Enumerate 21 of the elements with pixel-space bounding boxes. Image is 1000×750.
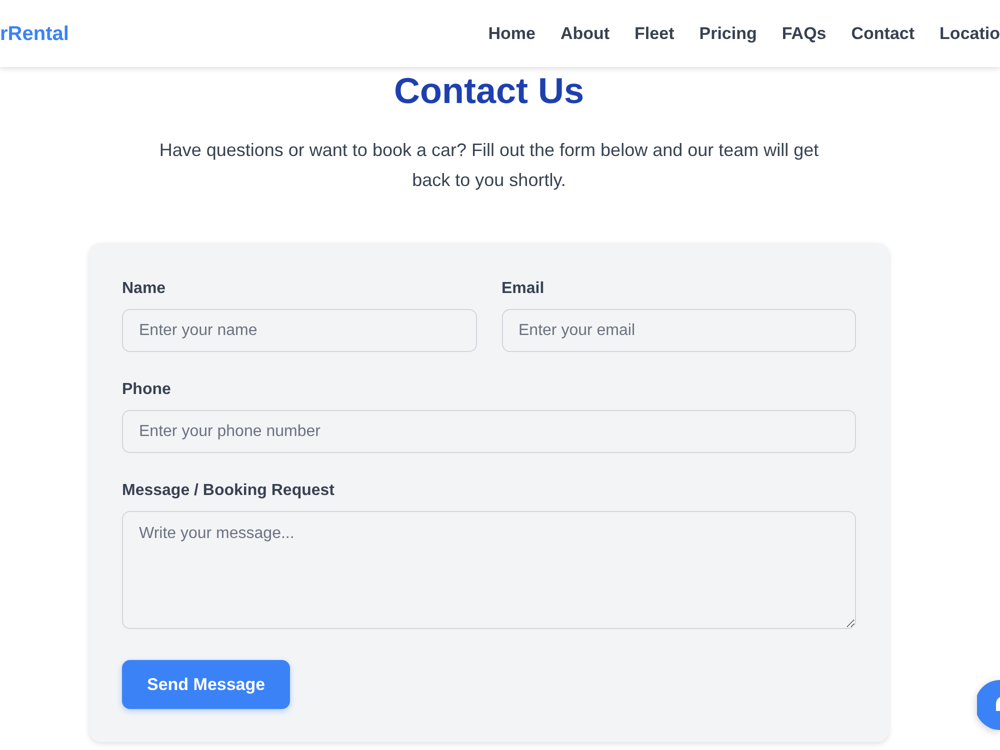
nav-link[interactable]: About — [560, 20, 610, 46]
nav-link[interactable]: FAQs — [782, 20, 826, 46]
floating-action-button[interactable] — [977, 680, 1000, 730]
partial-glyph-icon — [996, 697, 1000, 711]
field-label: Name — [122, 279, 167, 299]
input-field[interactable]: Enter your name — [122, 309, 476, 352]
send-message-button[interactable]: Send Message — [122, 660, 290, 709]
message-textarea[interactable]: Write your message... — [122, 511, 856, 629]
brand-name[interactable]: rRental — [0, 18, 69, 48]
nav-link[interactable]: Locatio — [940, 20, 1000, 46]
input-field[interactable]: Enter your phone number — [122, 410, 856, 453]
field-label: Message / Booking Request — [122, 481, 336, 501]
nav-link[interactable]: Home — [488, 20, 536, 46]
input-field[interactable]: Enter your email — [502, 309, 856, 352]
page-title: Contact Us — [392, 69, 586, 113]
page-subtitle: Have questions or want to book a car? Fill out the form below and our team will get back to you shortly. — [158, 139, 820, 192]
nav-link[interactable]: Pricing — [699, 20, 757, 46]
nav-link[interactable]: Fleet — [634, 20, 674, 46]
field-label: Phone — [122, 380, 172, 400]
nav-link[interactable]: Contact — [851, 20, 915, 46]
field-label: Email — [502, 279, 546, 299]
